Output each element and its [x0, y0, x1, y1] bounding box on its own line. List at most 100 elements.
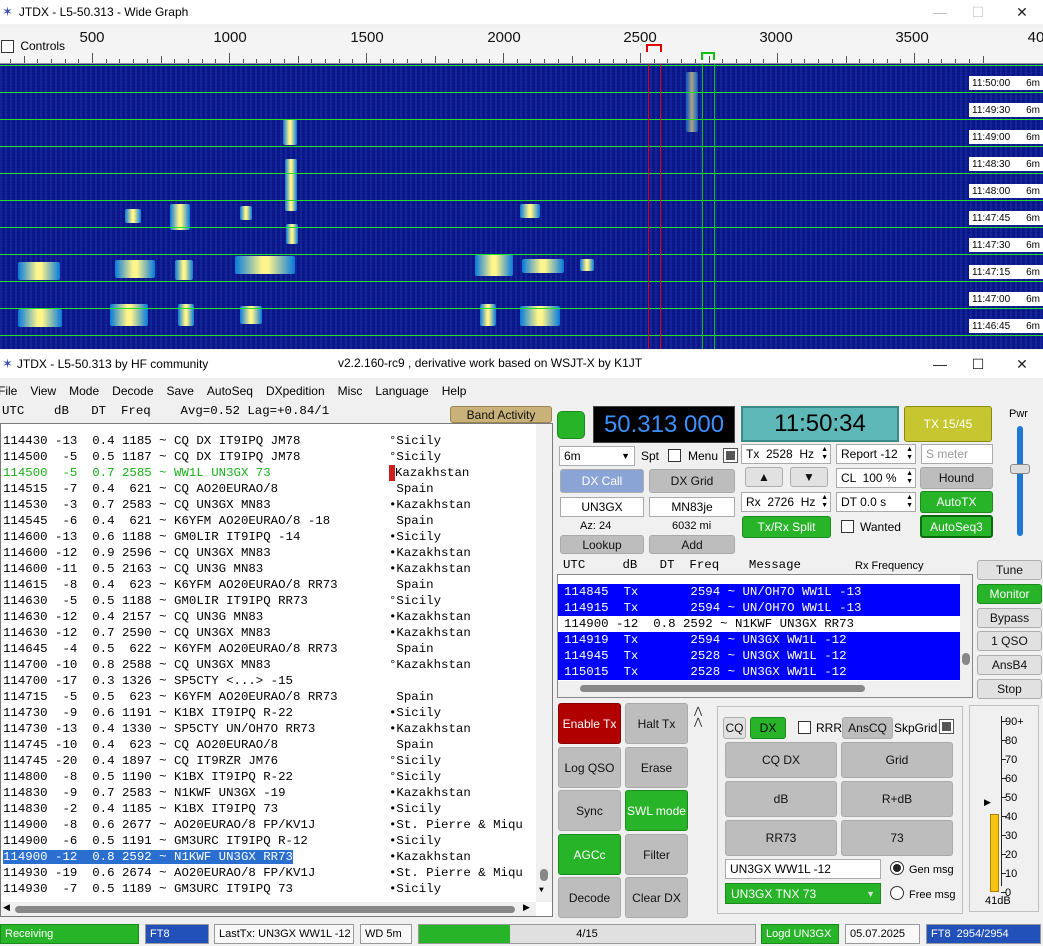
horizontal-scrollbar[interactable]: ◀ ▶: [1, 902, 536, 916]
band-activity-list[interactable]: 114430 -13 0.4 1185 ~ CQ DX IT9IPQ JM78 °…: [0, 423, 553, 917]
decode-row[interactable]: 114900 -8 0.6 2677 ~ AO20EURAO/8 FP/KV1J…: [1, 817, 534, 833]
decode-row[interactable]: 114645 -4 0.5 622 ~ K6YFM AO20EURAO/8 RR…: [1, 641, 534, 657]
filter-button[interactable]: Filter: [625, 834, 688, 875]
txrx-split-button[interactable]: Tx/Rx Split: [742, 516, 831, 538]
rx-frequency-list[interactable]: 114845 Tx 2594 ~ UN/OH7O WW1L -13 114915 …: [557, 574, 973, 698]
erase-button[interactable]: Erase: [625, 747, 688, 788]
decode-row[interactable]: 114930 -19 0.6 2674 ~ AO20EURAO/8 FP/KV1…: [1, 865, 534, 881]
frequency-display[interactable]: 50.313 000: [593, 406, 735, 443]
dx-button[interactable]: DX: [750, 717, 786, 739]
monitor-button[interactable]: Monitor: [977, 584, 1042, 604]
vertical-scrollbar[interactable]: ▼: [536, 424, 552, 902]
stop-button[interactable]: Stop: [977, 679, 1042, 699]
decode-row[interactable]: 114430 -13 0.4 1185 ~ CQ DX IT9IPQ JM78 °…: [1, 433, 534, 449]
tx-freq-field[interactable]: Tx 2528 Hz ▲ ▼: [741, 444, 831, 464]
cl-field[interactable]: CL 100 % ▲ ▼: [836, 468, 916, 488]
band-select[interactable]: 6m ▼: [559, 446, 635, 466]
scroll-left-icon[interactable]: ◀: [3, 903, 10, 913]
decode-row[interactable]: 114630 -12 0.4 2157 ~ CQ UN3G MN83 •Kazak…: [1, 609, 534, 625]
agcc-button[interactable]: AGCc: [558, 834, 621, 875]
r-db-button[interactable]: R+dB: [841, 781, 953, 817]
pwr-slider-track[interactable]: [1017, 426, 1023, 536]
dx-call-button[interactable]: DX Call: [560, 469, 644, 493]
band-activity-button[interactable]: Band Activity: [450, 406, 552, 423]
rx-row[interactable]: 114900 -12 0.8 2592 ~ N1KWF UN3GX RR73: [558, 616, 960, 632]
decode-row[interactable]: 114830 -9 0.7 2583 ~ N1KWF UN3GX -19 •Kaz…: [1, 785, 534, 801]
maximize-button[interactable]: ☐: [958, 350, 998, 378]
one-qso-button[interactable]: 1 QSO: [977, 631, 1042, 651]
enable-tx-button[interactable]: Enable Tx: [558, 703, 621, 744]
decode-row[interactable]: 114700 -17 0.3 1326 ~ SP5CTY <...> -15: [1, 673, 534, 689]
dt-field[interactable]: DT 0.0 s ▲ ▼: [836, 492, 916, 512]
decode-row[interactable]: 114630 -5 0.5 1188 ~ GM0LIR IT9IPQ RR73 °…: [1, 593, 534, 609]
decode-row[interactable]: 114930 -7 0.5 1189 ~ GM3URC IT9IPQ 73 •Si…: [1, 881, 534, 897]
decode-row[interactable]: 114600 -13 0.6 1188 ~ GM0LIR IT9IPQ -14 •…: [1, 529, 534, 545]
cq-dx-button[interactable]: CQ DX: [725, 742, 837, 778]
db-button[interactable]: dB: [725, 781, 837, 817]
decode-row[interactable]: 114730 -13 0.4 1330 ~ SP5CTY UN/OH7O RR7…: [1, 721, 534, 737]
spin-icon[interactable]: ▲ ▼: [821, 494, 828, 510]
skpgrid-checkbox[interactable]: [939, 719, 954, 734]
decode-row[interactable]: 114515 -7 0.4 621 ~ CQ AO20EURAO/8 Spain: [1, 481, 534, 497]
dx-call-field[interactable]: UN3GX: [560, 497, 644, 517]
spin-icon[interactable]: ▲ ▼: [906, 494, 913, 510]
controls-toggle[interactable]: Controls: [1, 39, 65, 54]
rx-row[interactable]: 114919 Tx 2594 ~ UN3GX WW1L -12: [558, 632, 960, 648]
gen-msg-field[interactable]: UN3GX WW1L -12: [725, 859, 881, 879]
close-main-button[interactable]: ✕: [1002, 350, 1042, 378]
log-qso-button[interactable]: Log QSO: [558, 747, 621, 788]
scrollbar-thumb[interactable]: [580, 685, 865, 692]
menu-view[interactable]: View: [30, 384, 56, 402]
decode-row[interactable]: 114830 -2 0.4 1185 ~ K1BX IT9IPQ 73 •Sici…: [1, 801, 534, 817]
lookup-button[interactable]: Lookup: [560, 535, 644, 554]
rr73-button[interactable]: RR73: [725, 820, 837, 856]
horizontal-scrollbar[interactable]: [558, 681, 972, 697]
clear-dx-button[interactable]: Clear DX: [625, 877, 688, 918]
rx-freq-field[interactable]: Rx 2726 Hz ▲ ▼: [741, 492, 831, 512]
decode-row[interactable]: 114530 -3 0.7 2583 ~ CQ UN3GX MN83 •Kazak…: [1, 497, 534, 513]
tx-down-button[interactable]: ▼: [790, 467, 828, 487]
decode-row[interactable]: 114700 -10 0.8 2588 ~ CQ UN3GX MN83 °Kaza…: [1, 657, 534, 673]
scrollbar-thumb[interactable]: [540, 869, 548, 881]
rx-row[interactable]: 114945 Tx 2528 ~ UN3GX WW1L -12: [558, 648, 960, 664]
menu-misc[interactable]: Misc: [338, 384, 363, 402]
tune-button[interactable]: Tune: [977, 560, 1042, 580]
spin-icon[interactable]: ▲ ▼: [821, 446, 828, 462]
decode-row[interactable]: 114715 -5 0.5 623 ~ K6YFM AO20EURAO/8 RR…: [1, 689, 534, 705]
rx-row[interactable]: 115015 Tx 2528 ~ UN3GX WW1L -12: [558, 664, 960, 680]
dx-grid-button[interactable]: DX Grid: [649, 469, 735, 493]
spin-icon[interactable]: ▲ ▼: [906, 470, 913, 486]
rx-marker[interactable]: [701, 52, 715, 60]
menu-help[interactable]: Help: [442, 384, 467, 402]
vertical-scrollbar[interactable]: [960, 575, 972, 681]
menu-mode[interactable]: Mode: [69, 384, 99, 402]
ansb4-button[interactable]: AnsB4: [977, 655, 1042, 675]
scrollbar-thumb[interactable]: [15, 906, 515, 913]
menu-autoseq[interactable]: AutoSeq: [207, 384, 253, 402]
decode-button[interactable]: Decode: [558, 877, 621, 918]
menu-dxpedition[interactable]: DXpedition: [266, 384, 325, 402]
menu-decode[interactable]: Decode: [112, 384, 153, 402]
hound-button[interactable]: Hound: [920, 467, 993, 489]
cq-button[interactable]: CQ: [723, 717, 746, 739]
decode-row[interactable]: 114600 -12 0.9 2596 ~ CQ UN3GX MN83 •Kaza…: [1, 545, 534, 561]
report-field[interactable]: Report -12 ▲ ▼: [836, 444, 916, 464]
decode-row[interactable]: 114500 -5 0.5 1187 ~ CQ DX IT9IPQ JM78 °S…: [1, 449, 534, 465]
halt-tx-button[interactable]: Halt Tx: [625, 703, 688, 744]
menu-checkbox[interactable]: [723, 448, 738, 463]
dx-grid-field[interactable]: MN83je: [649, 497, 735, 517]
minimize-button[interactable]: —: [920, 350, 960, 378]
rrr-checkbox[interactable]: [798, 721, 811, 734]
tx-up-button[interactable]: ▲: [745, 467, 783, 487]
decode-row[interactable]: 114900 -6 0.5 1191 ~ GM3URC IT9IPQ R-12 •…: [1, 833, 534, 849]
spin-icon[interactable]: ▲ ▼: [906, 446, 913, 462]
anscq-button[interactable]: AnsCQ: [842, 717, 893, 739]
swl-mode-button[interactable]: SWL mode: [625, 790, 688, 831]
sync-button[interactable]: Sync: [558, 790, 621, 831]
decode-row[interactable]: 114800 -8 0.5 1190 ~ K1BX IT9IPQ R-22 °Si…: [1, 769, 534, 785]
scroll-right-icon[interactable]: ▶: [523, 903, 530, 913]
spt-checkbox[interactable]: [668, 449, 681, 462]
scrollbar-thumb[interactable]: [962, 653, 970, 665]
status-led-button[interactable]: [557, 411, 585, 439]
waterfall[interactable]: 11:50:00 6m 11:49:30 6m 11:49:00 6m 11:48:30 6m…: [0, 64, 1043, 349]
